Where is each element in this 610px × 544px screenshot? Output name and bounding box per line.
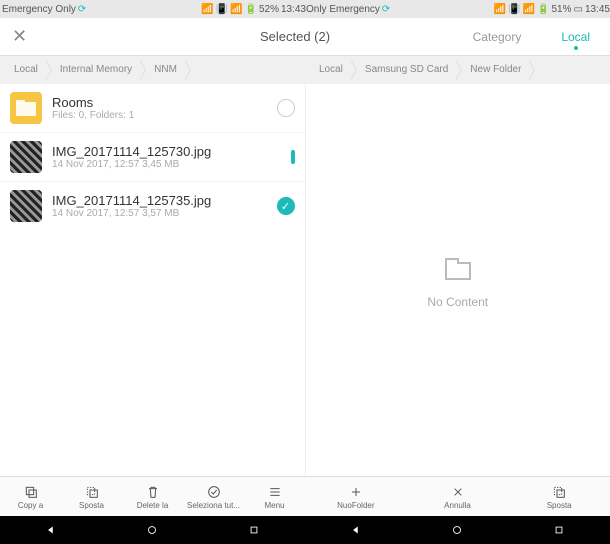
file-list-pane[interactable]: Rooms Files: 0, Folders: 1 IMG_20171114_… bbox=[0, 84, 306, 476]
breadcrumb-bar: Local Internal Memory NNM Local Samsung … bbox=[0, 56, 610, 84]
empty-label: No Content bbox=[427, 295, 488, 309]
android-nav-bar bbox=[0, 516, 610, 544]
bottom-toolbar: Copy a Sposta Delete la Seleziona tut...… bbox=[0, 476, 610, 516]
folder-icon bbox=[10, 92, 42, 124]
image-thumbnail bbox=[10, 190, 42, 222]
file-meta: 14 Nov 2017, 12:57 3,45 MB bbox=[52, 159, 291, 170]
crumb[interactable]: New Folder bbox=[456, 60, 529, 80]
plus-icon bbox=[348, 484, 364, 500]
move-here-button[interactable]: Sposta bbox=[508, 477, 610, 516]
home-button[interactable] bbox=[145, 523, 159, 537]
time-left: 13:43 bbox=[281, 4, 306, 15]
move-button[interactable]: Sposta bbox=[61, 477, 122, 516]
selection-title: Selected (2) bbox=[260, 29, 330, 44]
menu-button[interactable]: Menu bbox=[244, 477, 305, 516]
empty-state: No Content bbox=[306, 84, 610, 476]
battery-pct-left: 52% bbox=[259, 4, 279, 15]
move-icon bbox=[551, 484, 567, 500]
crumb[interactable]: Samsung SD Card bbox=[351, 60, 456, 80]
sync-icon: ⟳ bbox=[78, 4, 86, 15]
breadcrumb-left: Local Internal Memory NNM bbox=[0, 60, 305, 80]
menu-icon bbox=[267, 484, 283, 500]
close-button[interactable]: ✕ bbox=[0, 26, 27, 47]
vibrate-icon: 📳 bbox=[216, 4, 228, 15]
wifi-icon: 📶 bbox=[230, 4, 242, 15]
signal-icon: 📶 bbox=[201, 4, 213, 15]
list-item[interactable]: IMG_20171114_125735.jpg 14 Nov 2017, 12:… bbox=[0, 182, 305, 230]
check-circle-icon bbox=[206, 484, 222, 500]
crumb[interactable]: Internal Memory bbox=[46, 60, 140, 80]
trash-icon bbox=[145, 484, 161, 500]
delete-button[interactable]: Delete la bbox=[122, 477, 183, 516]
file-meta: 14 Nov 2017, 12:57 3,57 MB bbox=[52, 208, 277, 219]
copy-button[interactable]: Copy a bbox=[0, 477, 61, 516]
file-name: IMG_20171114_125735.jpg bbox=[52, 193, 277, 208]
breadcrumb-right: Local Samsung SD Card New Folder bbox=[305, 60, 610, 80]
battery-outline-icon: ▭ bbox=[574, 4, 583, 15]
battery-icon: 🔋 bbox=[537, 4, 549, 15]
sync-icon: ⟳ bbox=[382, 4, 390, 15]
tab-local[interactable]: Local bbox=[561, 30, 590, 44]
time-right: 13:45 bbox=[585, 4, 610, 15]
signal-icon: 📶 bbox=[494, 4, 506, 15]
content-area: Rooms Files: 0, Folders: 1 IMG_20171114_… bbox=[0, 84, 610, 476]
crumb[interactable]: Local bbox=[305, 60, 351, 80]
copy-icon bbox=[23, 484, 39, 500]
list-item[interactable]: IMG_20171114_125730.jpg 14 Nov 2017, 12:… bbox=[0, 133, 305, 182]
destination-pane[interactable]: No Content bbox=[306, 84, 610, 476]
crumb[interactable]: Local bbox=[0, 60, 46, 80]
checkbox[interactable] bbox=[277, 197, 295, 215]
image-thumbnail bbox=[10, 141, 42, 173]
header-bar: ✕ Selected (2) Category Local bbox=[0, 18, 610, 56]
status-bar: Emergency Only ⟳ 📶 📳 📶 🔋 52% 13:43 Only … bbox=[0, 0, 610, 18]
file-name: IMG_20171114_125730.jpg bbox=[52, 144, 291, 159]
back-button[interactable] bbox=[44, 523, 58, 537]
select-all-button[interactable]: Seleziona tut... bbox=[183, 477, 244, 516]
cancel-button[interactable]: Annulla bbox=[407, 477, 509, 516]
home-button[interactable] bbox=[450, 523, 464, 537]
empty-folder-icon bbox=[440, 251, 476, 287]
recents-button[interactable] bbox=[552, 523, 566, 537]
file-meta: Files: 0, Folders: 1 bbox=[52, 110, 277, 121]
carrier-left: Emergency Only bbox=[2, 4, 76, 15]
crumb[interactable]: NNM bbox=[140, 60, 185, 80]
battery-icon: 🔋 bbox=[245, 4, 257, 15]
back-button[interactable] bbox=[349, 523, 363, 537]
x-icon bbox=[450, 484, 466, 500]
vibrate-icon: 📳 bbox=[508, 4, 520, 15]
list-item[interactable]: Rooms Files: 0, Folders: 1 bbox=[0, 84, 305, 133]
wifi-icon: 📶 bbox=[523, 4, 535, 15]
checkbox[interactable] bbox=[291, 150, 295, 164]
checkbox[interactable] bbox=[277, 99, 295, 117]
new-folder-button[interactable]: NuoFolder bbox=[305, 477, 407, 516]
file-name: Rooms bbox=[52, 95, 277, 110]
carrier-right: Only Emergency bbox=[306, 4, 380, 15]
tab-category[interactable]: Category bbox=[473, 30, 522, 44]
move-icon bbox=[84, 484, 100, 500]
recents-button[interactable] bbox=[247, 523, 261, 537]
battery-pct-right: 51% bbox=[552, 4, 572, 15]
